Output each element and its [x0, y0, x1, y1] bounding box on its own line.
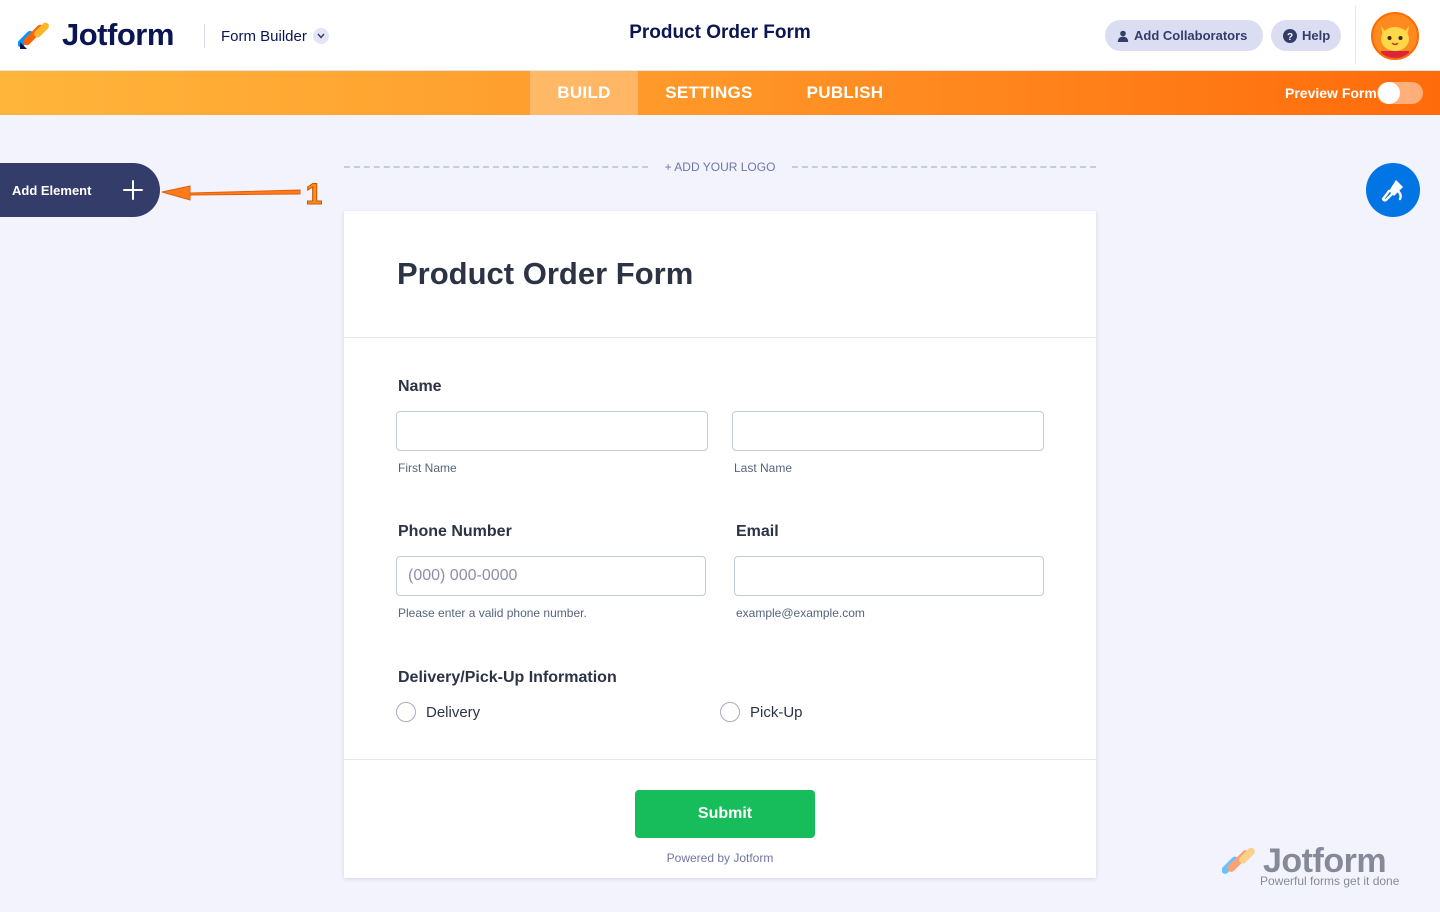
tab-publish-label: PUBLISH [806, 83, 884, 102]
pickup-option-label: Pick-Up [750, 703, 803, 721]
first-name-sublabel: First Name [398, 461, 457, 475]
form-heading[interactable]: Product Order Form [397, 256, 693, 292]
top-bar: Jotform Form Builder Product Order Form … [0, 0, 1440, 71]
form-designer-button[interactable] [1366, 163, 1420, 217]
user-icon [1117, 30, 1129, 42]
logo-dashed-line-left [344, 166, 648, 168]
last-name-sublabel: Last Name [734, 461, 793, 475]
page-title[interactable]: Product Order Form [560, 22, 880, 44]
logo-dashed-line-right [792, 166, 1096, 168]
form-card: Product Order Form Name First Name Last … [344, 211, 1096, 878]
tab-build-label: BUILD [557, 83, 611, 102]
builder-label: Form Builder [221, 27, 307, 45]
last-name-input[interactable] [732, 411, 1044, 451]
submit-button[interactable]: Submit [635, 790, 815, 838]
form-builder-dropdown[interactable]: Form Builder [204, 24, 329, 48]
annotation-number: 1 [306, 178, 323, 211]
tab-settings[interactable]: SETTINGS [652, 71, 766, 115]
powered-by-link[interactable]: Powered by Jotform [344, 851, 1096, 865]
tab-settings-label: SETTINGS [665, 83, 753, 102]
pickup-option[interactable]: Pick-Up [720, 702, 803, 722]
delivery-option-label: Delivery [426, 703, 481, 721]
pickup-radio[interactable] [720, 702, 740, 722]
jotform-logo[interactable]: Jotform [18, 17, 174, 53]
header-divider [344, 337, 1096, 338]
paint-roller-icon [1381, 180, 1403, 202]
chevron-down-icon [312, 28, 329, 44]
phone-label[interactable]: Phone Number [398, 523, 512, 541]
watermark-logo-icon [1222, 847, 1255, 874]
add-logo-button[interactable]: + ADD YOUR LOGO [650, 160, 790, 174]
first-name-input[interactable] [396, 411, 708, 451]
avatar[interactable] [1371, 12, 1419, 60]
delivery-radio[interactable] [396, 702, 416, 722]
svg-text:?: ? [1287, 32, 1293, 43]
add-collaborators-label: Add Collaborators [1134, 28, 1248, 43]
help-icon: ? [1283, 28, 1297, 43]
header-divider [1355, 6, 1356, 64]
builder-nav: BUILD SETTINGS PUBLISH Preview Form [0, 71, 1440, 115]
phone-input[interactable]: (000) 000-0000 [396, 556, 706, 596]
name-label[interactable]: Name [398, 378, 442, 396]
tab-build[interactable]: BUILD [530, 71, 638, 115]
jotform-watermark: Jotform Powerful forms get it done [1222, 842, 1422, 892]
add-collaborators-button[interactable]: Add Collaborators [1105, 20, 1263, 51]
avatar-cat-icon [1373, 14, 1417, 58]
jotform-logo-icon [18, 22, 49, 49]
annotation-arrow: 1 [161, 178, 323, 212]
delivery-label[interactable]: Delivery/Pick-Up Information [398, 669, 617, 687]
email-label[interactable]: Email [736, 523, 779, 541]
help-label: Help [1302, 28, 1331, 43]
plus-icon [123, 180, 143, 200]
email-input[interactable] [734, 556, 1044, 596]
brand-name: Jotform [62, 17, 174, 52]
help-button[interactable]: ? Help [1271, 20, 1341, 51]
delivery-option[interactable]: Delivery [396, 702, 480, 722]
watermark-tagline: Powerful forms get it done [1260, 874, 1400, 888]
preview-form-label: Preview Form [1285, 85, 1377, 101]
email-sublabel: example@example.com [736, 606, 865, 620]
toggle-knob [1378, 82, 1400, 104]
preview-form-toggle[interactable] [1377, 82, 1423, 104]
add-element-label: Add Element [12, 182, 92, 198]
phone-placeholder: (000) 000-0000 [408, 567, 518, 584]
submit-divider [344, 759, 1096, 760]
phone-sublabel: Please enter a valid phone number. [398, 606, 587, 620]
add-element-button[interactable]: Add Element [0, 163, 160, 217]
tab-publish[interactable]: PUBLISH [792, 71, 898, 115]
